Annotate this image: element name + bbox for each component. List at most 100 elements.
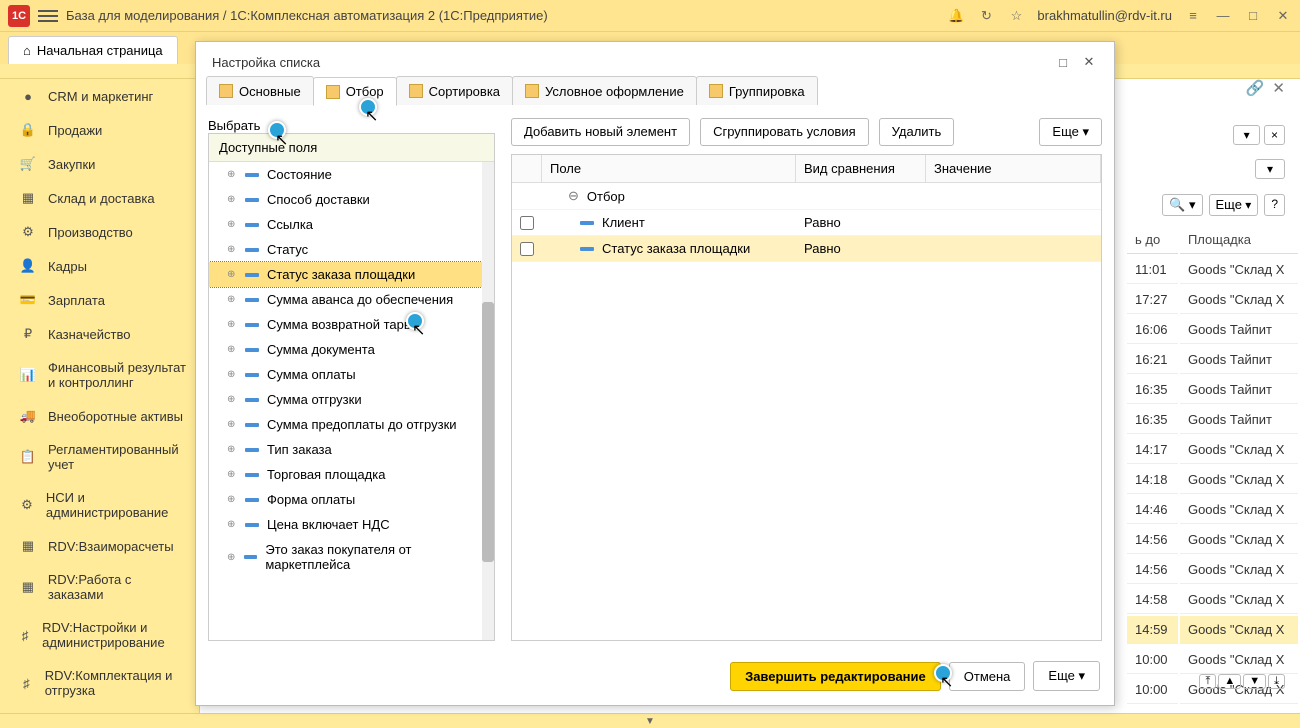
dialog-close-icon[interactable]: ✕ — [1080, 54, 1098, 70]
table-row[interactable]: 14:46Goods "Склад X — [1127, 496, 1298, 524]
nav-up-icon[interactable]: ▲ — [1218, 674, 1241, 689]
expand-icon[interactable]: ⊕ — [227, 269, 237, 280]
available-fields-list[interactable]: ⊕Состояние⊕Способ доставки⊕Ссылка⊕Статус… — [209, 162, 494, 640]
dropdown-btn[interactable]: ▾ — [1255, 159, 1285, 179]
expand-icon[interactable]: ⊕ — [227, 319, 237, 330]
select-dd[interactable]: ▾ — [1233, 125, 1260, 145]
available-field[interactable]: ⊕Способ доставки — [209, 187, 494, 212]
expand-icon[interactable]: ⊕ — [227, 519, 237, 530]
table-row[interactable]: 14:56Goods "Склад X — [1127, 556, 1298, 584]
sidebar-item-8[interactable]: 📊Финансовый результат и контроллинг — [0, 351, 199, 399]
filter-row-checkbox[interactable] — [520, 216, 534, 230]
dialog-tab-2[interactable]: Сортировка — [396, 76, 513, 105]
table-row[interactable]: 14:18Goods "Склад X — [1127, 466, 1298, 494]
col-site[interactable]: Площадка — [1180, 226, 1298, 254]
dialog-tab-1[interactable]: Отбор — [313, 77, 397, 106]
available-field[interactable]: ⊕Тип заказа — [209, 437, 494, 462]
sidebar-item-5[interactable]: 👤Кадры — [0, 249, 199, 283]
table-row[interactable]: 16:35Goods Тайпит — [1127, 376, 1298, 404]
history-icon[interactable]: ↻ — [977, 7, 995, 25]
available-field[interactable]: ⊕Торговая площадка — [209, 462, 494, 487]
collapse-icon[interactable]: ⊖ — [568, 188, 579, 204]
filter-col-compare[interactable]: Вид сравнения — [796, 155, 926, 182]
dialog-tab-4[interactable]: Группировка — [696, 76, 818, 105]
sidebar-item-2[interactable]: 🛒Закупки — [0, 147, 199, 181]
sidebar-item-7[interactable]: ₽Казначейство — [0, 317, 199, 351]
dialog-tab-3[interactable]: Условное оформление — [512, 76, 697, 105]
dialog-restore-icon[interactable]: □ — [1054, 55, 1072, 70]
bell-icon[interactable]: 🔔 — [947, 7, 965, 25]
sidebar-item-6[interactable]: 💳Зарплата — [0, 283, 199, 317]
expand-icon[interactable]: ⊕ — [227, 444, 237, 455]
sidebar-item-0[interactable]: ●CRM и маркетинг — [0, 79, 199, 113]
filter-row-checkbox[interactable] — [520, 242, 534, 256]
table-row[interactable]: 14:58Goods "Склад X — [1127, 586, 1298, 614]
available-field[interactable]: ⊕Сумма возвратной тары — [209, 312, 494, 337]
minimize-icon[interactable]: — — [1214, 7, 1232, 25]
footer-more-button[interactable]: Еще ▾ — [1033, 661, 1100, 691]
table-row[interactable]: 11:01Goods "Склад X — [1127, 256, 1298, 284]
sidebar-item-13[interactable]: ▦RDV:Работа с заказами — [0, 563, 199, 611]
expand-icon[interactable]: ⊕ — [227, 194, 237, 205]
delete-button[interactable]: Удалить — [879, 118, 955, 146]
available-field[interactable]: ⊕Цена включает НДС — [209, 512, 494, 537]
expand-icon[interactable]: ⊕ — [227, 219, 237, 230]
filter-compare-value[interactable]: Равно — [796, 210, 926, 235]
available-field[interactable]: ⊕Сумма документа — [209, 337, 494, 362]
filter-row[interactable]: КлиентРавно — [512, 210, 1101, 236]
nav-first-icon[interactable]: ⤒ — [1199, 674, 1216, 689]
start-page-tab[interactable]: ⌂ Начальная страница — [8, 36, 178, 64]
close-icon[interactable]: ✕ — [1274, 7, 1292, 25]
available-field[interactable]: ⊕Состояние — [209, 162, 494, 187]
available-field[interactable]: ⊕Это заказ покупателя от маркетплейса — [209, 537, 494, 577]
sidebar-item-9[interactable]: 🚚Внеоборотные активы — [0, 399, 199, 433]
help-btn[interactable]: ? — [1264, 194, 1285, 216]
sidebar-item-3[interactable]: ▦Склад и доставка — [0, 181, 199, 215]
expand-icon[interactable]: ⊕ — [227, 169, 237, 180]
nav-last-icon[interactable]: ⤓ — [1268, 674, 1285, 689]
available-field[interactable]: ⊕Форма оплаты — [209, 487, 494, 512]
expand-icon[interactable]: ⊕ — [227, 344, 237, 355]
available-field[interactable]: ⊕Статус заказа площадки — [209, 262, 494, 287]
available-field[interactable]: ⊕Сумма отгрузки — [209, 387, 494, 412]
star-icon[interactable]: ☆ — [1007, 7, 1025, 25]
nav-down-icon[interactable]: ▼ — [1243, 674, 1266, 689]
right-more-button[interactable]: Еще ▾ — [1039, 118, 1102, 146]
available-field[interactable]: ⊕Сумма предоплаты до отгрузки — [209, 412, 494, 437]
expand-icon[interactable]: ⊕ — [227, 552, 236, 563]
cancel-button[interactable]: Отмена — [949, 662, 1026, 691]
link-icon[interactable]: 🔗 — [1246, 79, 1265, 97]
available-field[interactable]: ⊕Статус — [209, 237, 494, 262]
table-row[interactable]: 14:59Goods "Склад X — [1127, 616, 1298, 644]
table-row[interactable]: 10:00Goods "Склад X — [1127, 646, 1298, 674]
sidebar-item-11[interactable]: ⚙НСИ и администрирование — [0, 481, 199, 529]
finish-editing-button[interactable]: Завершить редактирование — [730, 662, 941, 691]
filter-value[interactable] — [926, 218, 1101, 228]
expand-icon[interactable]: ⊕ — [227, 244, 237, 255]
filter-col-value[interactable]: Значение — [926, 155, 1101, 182]
windows-icon[interactable]: ≡ — [1184, 7, 1202, 25]
choose-button[interactable]: Выбрать — [208, 118, 501, 133]
sidebar-item-1[interactable]: 🔒Продажи — [0, 113, 199, 147]
sidebar-item-14[interactable]: ♯RDV:Настройки и администрирование — [0, 611, 199, 659]
bg-more-btn[interactable]: Еще ▾ — [1209, 194, 1259, 216]
add-element-button[interactable]: Добавить новый элемент — [511, 118, 690, 146]
bg-close-icon[interactable]: ✕ — [1272, 79, 1285, 97]
expand-icon[interactable]: ⊕ — [227, 394, 237, 405]
table-row[interactable]: 16:35Goods Тайпит — [1127, 406, 1298, 434]
group-conditions-button[interactable]: Сгруппировать условия — [700, 118, 869, 146]
expand-icon[interactable]: ⊕ — [227, 494, 237, 505]
maximize-icon[interactable]: □ — [1244, 7, 1262, 25]
table-row[interactable]: 14:17Goods "Склад X — [1127, 436, 1298, 464]
sidebar-item-12[interactable]: ▦RDV:Взаиморасчеты — [0, 529, 199, 563]
dialog-tab-0[interactable]: Основные — [206, 76, 314, 105]
table-row[interactable]: 14:56Goods "Склад X — [1127, 526, 1298, 554]
sidebar-item-4[interactable]: ⚙Производство — [0, 215, 199, 249]
table-row[interactable]: 17:27Goods "Склад X — [1127, 286, 1298, 314]
filter-row[interactable]: Статус заказа площадкиРавно — [512, 236, 1101, 262]
available-field[interactable]: ⊕Сумма оплаты — [209, 362, 494, 387]
table-row[interactable]: 16:21Goods Тайпит — [1127, 346, 1298, 374]
filter-compare-value[interactable]: Равно — [796, 236, 926, 261]
clear-btn[interactable]: × — [1264, 125, 1285, 145]
expand-bar-bottom[interactable]: ▼ — [0, 713, 1300, 728]
